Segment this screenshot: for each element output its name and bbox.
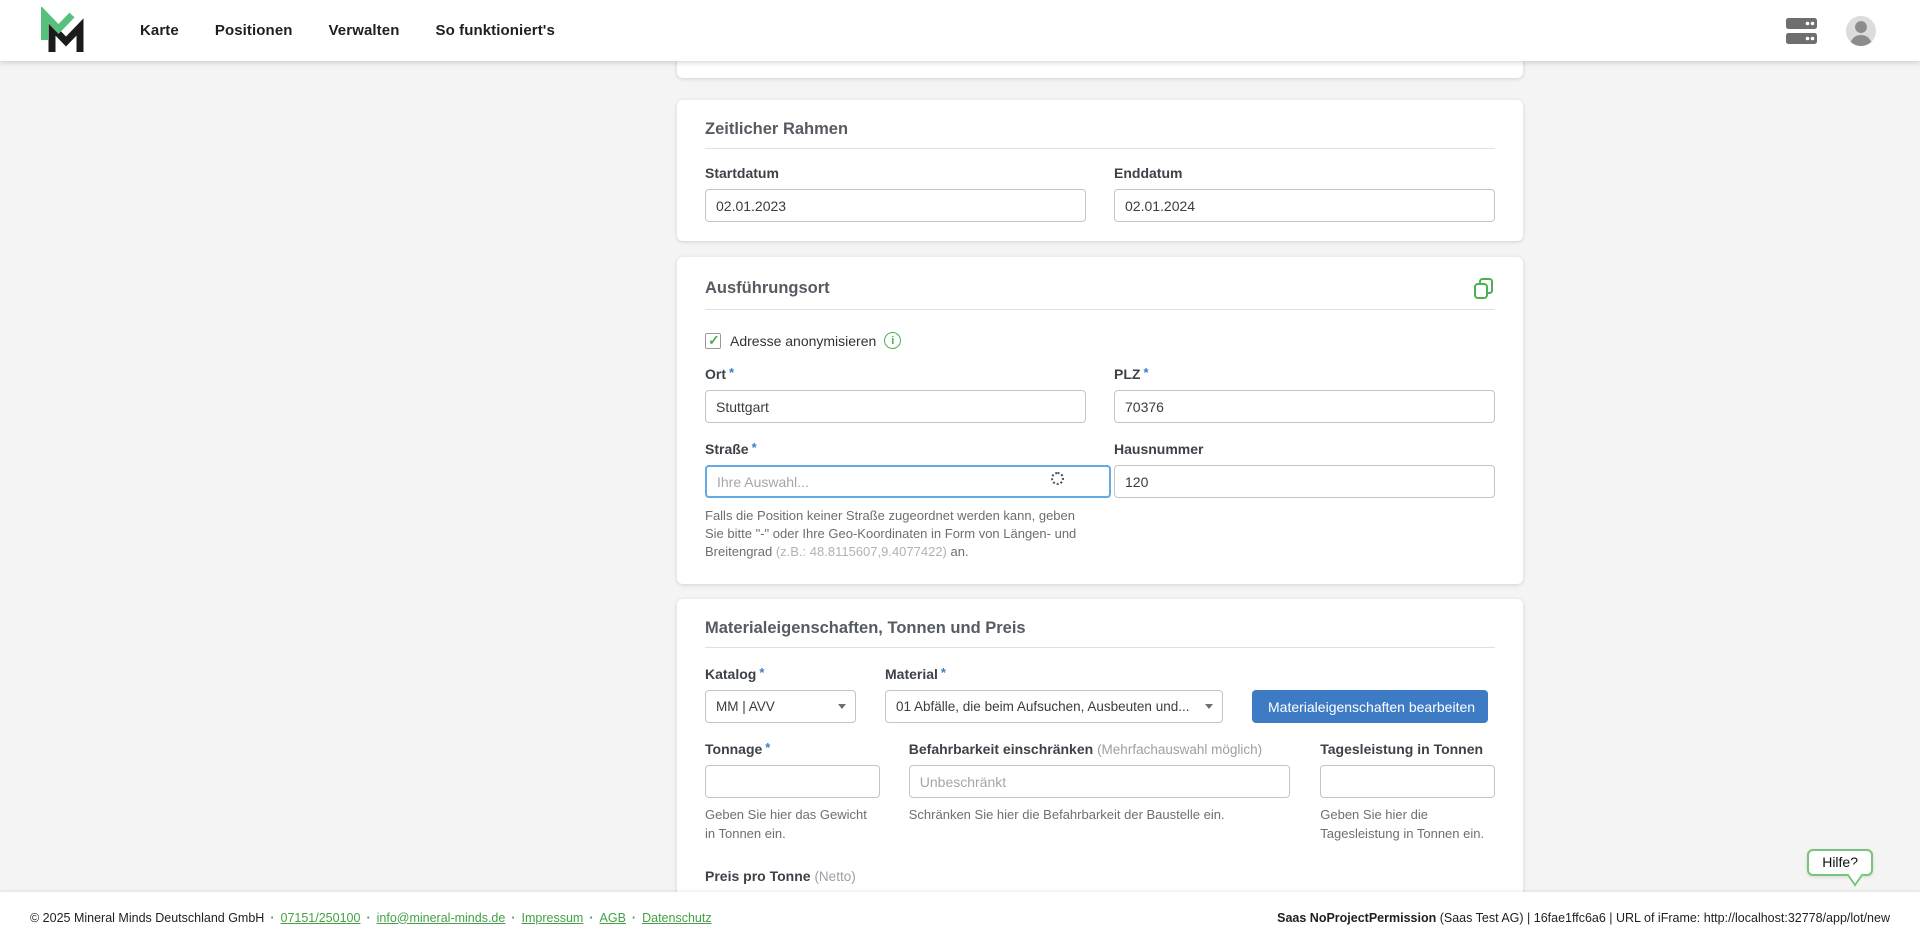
card-ausfuehrungsort: Ausführungsort Adresse anonymisieren Ort… bbox=[677, 257, 1523, 584]
hausnummer-input[interactable] bbox=[1114, 465, 1495, 498]
server-dns-icon[interactable] bbox=[1786, 17, 1817, 45]
anonymize-label: Adresse anonymisieren bbox=[730, 333, 876, 349]
befahrbarkeit-input[interactable] bbox=[909, 765, 1290, 798]
footer-left: © 2025 Mineral Minds Deutschland GmbH · … bbox=[30, 911, 712, 925]
copy-address-icon[interactable] bbox=[1472, 277, 1495, 300]
info-icon[interactable] bbox=[884, 332, 901, 349]
user-avatar[interactable] bbox=[1842, 12, 1880, 50]
footer-separator: · bbox=[270, 911, 274, 925]
material-label: Material* bbox=[885, 666, 946, 682]
required-marker: * bbox=[765, 740, 770, 755]
help-button[interactable]: Hilfe? bbox=[1807, 849, 1873, 876]
required-marker: * bbox=[941, 665, 946, 680]
preis-note: (Netto) bbox=[814, 869, 855, 884]
section-title-ausfuehrungsort: Ausführungsort bbox=[705, 279, 830, 298]
material-selected-value: 01 Abfälle, die beim Aufsuchen, Ausbeute… bbox=[896, 699, 1199, 714]
section-title-material: Materialeigenschaften, Tonnen und Preis bbox=[705, 619, 1026, 638]
footer-link-phone[interactable]: 07151/250100 bbox=[281, 911, 361, 925]
required-marker: * bbox=[1143, 365, 1148, 380]
startdatum-label: Startdatum bbox=[705, 165, 779, 181]
strasse-help-text: Falls die Position keiner Straße zugeord… bbox=[705, 507, 1079, 561]
tagesleistung-label: Tagesleistung in Tonnen bbox=[1320, 741, 1483, 757]
main-navigation: Karte Positionen Verwalten So funktionie… bbox=[140, 22, 555, 39]
chevron-down-icon bbox=[838, 704, 846, 709]
loading-spinner-icon bbox=[1051, 472, 1064, 485]
footer-separator: · bbox=[589, 911, 593, 925]
footer-iframe-url: (Saas Test AG) | 16fae1ffc6a6 | URL of i… bbox=[1436, 911, 1890, 925]
required-marker: * bbox=[729, 365, 734, 380]
anonymize-checkbox[interactable] bbox=[705, 333, 721, 349]
befahrbarkeit-note: (Mehrfachauswahl möglich) bbox=[1097, 742, 1262, 757]
enddatum-input[interactable] bbox=[1114, 189, 1495, 222]
tonnage-hint: Geben Sie hier das Gewicht in Tonnen ein… bbox=[705, 806, 880, 844]
plz-label: PLZ* bbox=[1114, 366, 1149, 382]
geo-coords-example: (z.B.: 48.8115607,9.4077422) bbox=[776, 544, 947, 559]
tagesleistung-hint: Geben Sie hier die Tagesleistung in Tonn… bbox=[1320, 806, 1495, 844]
footer: © 2025 Mineral Minds Deutschland GmbH · … bbox=[0, 892, 1920, 943]
mineral-minds-logo-icon[interactable] bbox=[38, 7, 86, 55]
tagesleistung-input[interactable] bbox=[1320, 765, 1495, 798]
hausnummer-label: Hausnummer bbox=[1114, 441, 1203, 457]
required-marker: * bbox=[759, 665, 764, 680]
befahrbarkeit-label: Befahrbarkeit einschränken (Mehrfachausw… bbox=[909, 741, 1262, 757]
chevron-down-icon bbox=[1205, 704, 1213, 709]
card-zeitlicher-rahmen: Zeitlicher Rahmen Startdatum Enddatum bbox=[677, 100, 1523, 241]
ort-label: Ort* bbox=[705, 366, 734, 382]
footer-separator: · bbox=[511, 911, 515, 925]
divider bbox=[705, 647, 1495, 648]
required-marker: * bbox=[752, 440, 757, 455]
katalog-label: Katalog* bbox=[705, 666, 764, 682]
footer-saas-permission: Saas NoProjectPermission bbox=[1277, 911, 1436, 925]
divider bbox=[705, 148, 1495, 149]
enddatum-label: Enddatum bbox=[1114, 165, 1182, 181]
ort-input[interactable] bbox=[705, 390, 1086, 423]
katalog-select[interactable]: MM | AVV bbox=[705, 690, 856, 723]
nav-item-verwalten[interactable]: Verwalten bbox=[329, 22, 400, 39]
footer-link-email[interactable]: info@mineral-minds.de bbox=[377, 911, 506, 925]
tonnage-label: Tonnage* bbox=[705, 741, 770, 757]
footer-separator: · bbox=[366, 911, 370, 925]
befahrbarkeit-hint: Schränken Sie hier die Befahrbarkeit der… bbox=[909, 806, 1290, 825]
edit-material-properties-button[interactable]: Materialeigenschaften bearbeiten bbox=[1252, 690, 1488, 723]
footer-link-impressum[interactable]: Impressum bbox=[522, 911, 584, 925]
startdatum-input[interactable] bbox=[705, 189, 1086, 222]
footer-link-agb[interactable]: AGB bbox=[600, 911, 626, 925]
katalog-selected-value: MM | AVV bbox=[716, 699, 832, 714]
strasse-combobox-input[interactable] bbox=[705, 465, 1111, 498]
nav-item-positionen[interactable]: Positionen bbox=[215, 22, 293, 39]
divider bbox=[705, 309, 1495, 310]
section-title-zeitlicher-rahmen: Zeitlicher Rahmen bbox=[705, 120, 848, 139]
nav-item-so-funktionierts[interactable]: So funktioniert's bbox=[435, 22, 554, 39]
footer-separator: · bbox=[632, 911, 636, 925]
nav-item-karte[interactable]: Karte bbox=[140, 22, 179, 39]
tonnage-input[interactable] bbox=[705, 765, 880, 798]
top-navbar: Karte Positionen Verwalten So funktionie… bbox=[0, 0, 1920, 61]
footer-link-datenschutz[interactable]: Datenschutz bbox=[642, 911, 711, 925]
footer-copyright: © 2025 Mineral Minds Deutschland GmbH bbox=[30, 911, 264, 925]
plz-input[interactable] bbox=[1114, 390, 1495, 423]
material-select[interactable]: 01 Abfälle, die beim Aufsuchen, Ausbeute… bbox=[885, 690, 1223, 723]
footer-debug-info: Saas NoProjectPermission (Saas Test AG) … bbox=[1277, 911, 1890, 925]
preis-label: Preis pro Tonne (Netto) bbox=[705, 868, 856, 884]
strasse-label: Straße* bbox=[705, 441, 757, 457]
